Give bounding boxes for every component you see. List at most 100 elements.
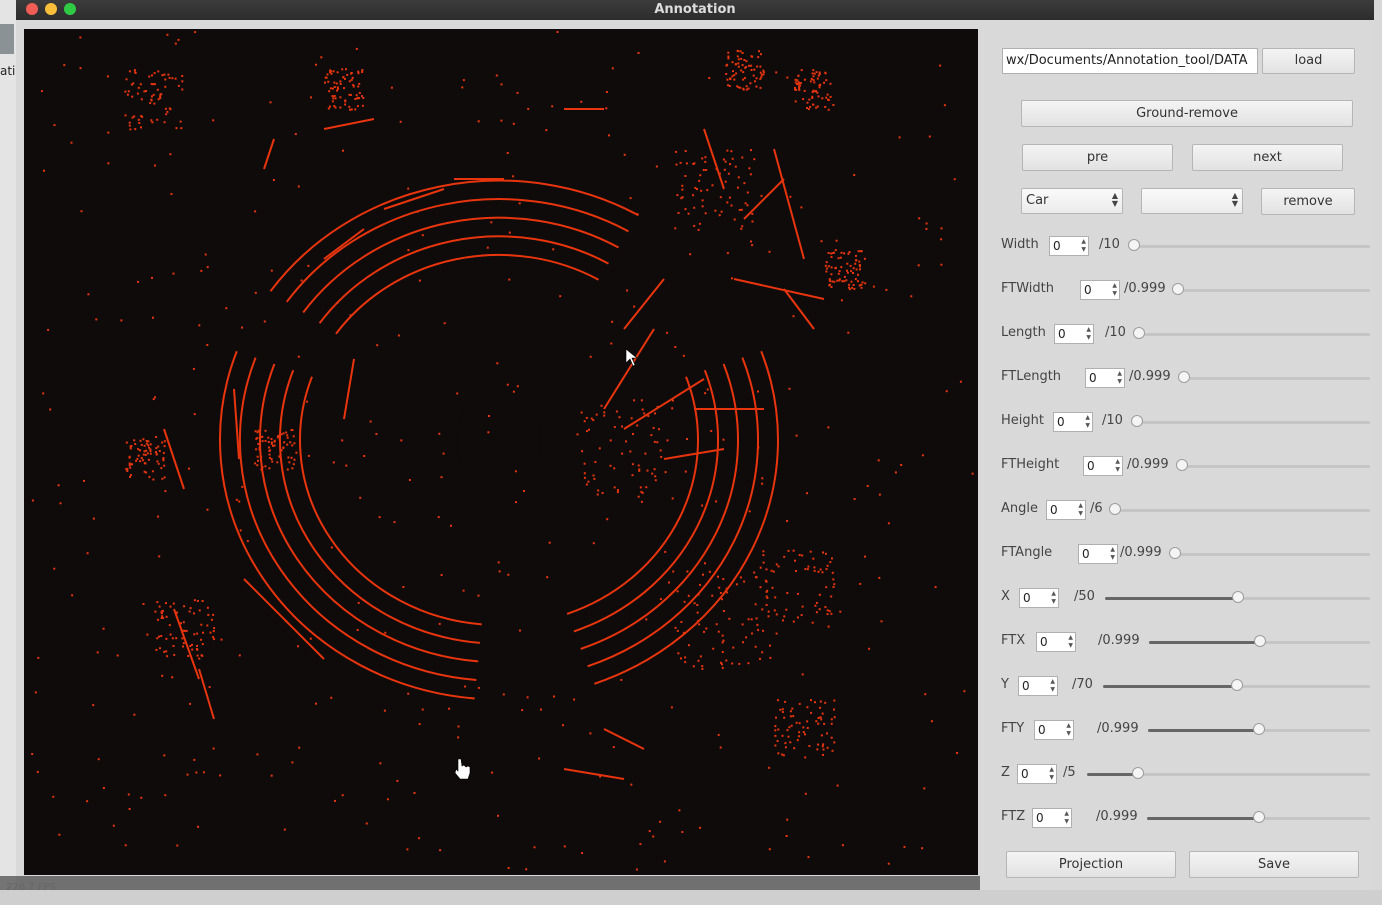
ground-remove-button[interactable]: Ground-remove — [1021, 100, 1353, 127]
param-row-y: Y 0 ▲ ▼ /70 — [1001, 674, 1371, 698]
lidar-ring — [259, 363, 479, 663]
class-select[interactable]: Car ▲ ▼ — [1021, 188, 1123, 214]
spin-arrows-icon[interactable]: ▲ ▼ — [1115, 458, 1120, 474]
save-button[interactable]: Save — [1189, 851, 1359, 878]
param-slider[interactable] — [1133, 327, 1370, 339]
ego-vehicle-shadow — [457, 380, 541, 500]
param-row-length: Length 0 ▲ ▼ /10 — [1001, 322, 1371, 346]
param-slider[interactable] — [1169, 547, 1370, 559]
window-title: Annotation — [654, 2, 736, 17]
param-value: 0 — [1040, 635, 1048, 649]
param-label: X — [1001, 589, 1010, 604]
annotation-window: Annotation wx/Documents/Annotation_tool/… — [16, 0, 1374, 890]
spin-arrows-icon[interactable]: ▲ ▼ — [1086, 326, 1091, 342]
slider-handle[interactable] — [1133, 327, 1145, 339]
param-slider[interactable] — [1178, 371, 1370, 383]
param-row-width: Width 0 ▲ ▼ /10 — [1001, 234, 1371, 258]
spin-arrows-icon[interactable]: ▲ ▼ — [1110, 546, 1115, 562]
param-slider[interactable] — [1103, 679, 1370, 691]
slider-handle[interactable] — [1109, 503, 1121, 515]
slider-fill — [1148, 729, 1259, 732]
param-spinbox[interactable]: 0 ▲ ▼ — [1049, 236, 1089, 256]
param-spinbox[interactable]: 0 ▲ ▼ — [1083, 456, 1123, 476]
slider-fill — [1087, 773, 1138, 776]
param-spinbox[interactable]: 0 ▲ ▼ — [1053, 412, 1093, 432]
param-spinbox[interactable]: 0 ▲ ▼ — [1032, 808, 1072, 828]
slider-handle[interactable] — [1128, 239, 1140, 251]
secondary-select[interactable]: ▲ ▼ — [1141, 188, 1243, 214]
param-slider[interactable] — [1131, 415, 1370, 427]
param-label: Angle — [1001, 501, 1038, 516]
spin-arrows-icon[interactable]: ▲ ▼ — [1051, 590, 1056, 606]
param-spinbox[interactable]: 0 ▲ ▼ — [1019, 588, 1059, 608]
spin-arrows-icon[interactable]: ▲ ▼ — [1066, 722, 1071, 738]
param-label: FTY — [1001, 721, 1025, 736]
param-spinbox[interactable]: 0 ▲ ▼ — [1054, 324, 1094, 344]
slider-handle[interactable] — [1169, 547, 1181, 559]
param-max: /10 — [1099, 237, 1120, 252]
param-slider[interactable] — [1109, 503, 1370, 515]
pre-button[interactable]: pre — [1022, 144, 1173, 171]
slider-handle[interactable] — [1176, 459, 1188, 471]
class-select-value: Car — [1026, 193, 1049, 208]
spin-arrows-icon[interactable]: ▲ ▼ — [1085, 414, 1090, 430]
spin-arrows-icon[interactable]: ▲ ▼ — [1064, 810, 1069, 826]
param-spinbox[interactable]: 0 ▲ ▼ — [1018, 676, 1058, 696]
param-slider[interactable] — [1172, 283, 1370, 295]
slider-handle[interactable] — [1253, 635, 1266, 647]
param-spinbox[interactable]: 0 ▲ ▼ — [1078, 544, 1118, 564]
param-max: /70 — [1072, 677, 1093, 692]
spin-arrows-icon[interactable]: ▲ ▼ — [1081, 238, 1086, 254]
remove-button[interactable]: remove — [1261, 188, 1355, 215]
spin-arrows-icon[interactable]: ▲ ▼ — [1050, 678, 1055, 694]
lidar-ring — [594, 350, 779, 685]
point-cloud-render[interactable] — [24, 29, 978, 875]
param-label: FTX — [1001, 633, 1026, 648]
slider-handle[interactable] — [1178, 371, 1190, 383]
param-spinbox[interactable]: 0 ▲ ▼ — [1080, 280, 1120, 300]
spin-arrows-icon[interactable]: ▲ ▼ — [1068, 634, 1073, 650]
param-slider[interactable] — [1148, 723, 1370, 735]
spin-arrows-icon[interactable]: ▲ ▼ — [1049, 766, 1054, 782]
desktop-icon[interactable] — [0, 24, 14, 54]
param-label: Width — [1001, 237, 1039, 252]
param-spinbox[interactable]: 0 ▲ ▼ — [1034, 720, 1074, 740]
desktop-left-edge: ati — [0, 0, 16, 905]
param-slider[interactable] — [1128, 239, 1370, 251]
param-slider[interactable] — [1149, 635, 1370, 647]
param-row-ftwidth: FTWidth 0 ▲ ▼ /0.999 — [1001, 278, 1371, 302]
param-label: FTHeight — [1001, 457, 1060, 472]
slider-handle[interactable] — [1172, 283, 1184, 295]
param-slider[interactable] — [1105, 591, 1370, 603]
slider-handle[interactable] — [1253, 723, 1265, 735]
spin-arrows-icon[interactable]: ▲ ▼ — [1078, 502, 1083, 518]
param-slider[interactable] — [1176, 459, 1370, 471]
structure-line — [623, 378, 705, 430]
lidar-ring — [279, 369, 480, 644]
param-max: /0.999 — [1127, 457, 1169, 472]
param-max: /0.999 — [1129, 369, 1171, 384]
slider-handle[interactable] — [1131, 767, 1144, 779]
slider-handle[interactable] — [1230, 679, 1243, 691]
spin-arrows-icon[interactable]: ▲ ▼ — [1112, 282, 1117, 298]
param-spinbox[interactable]: 0 ▲ ▼ — [1046, 500, 1086, 520]
path-input[interactable]: wx/Documents/Annotation_tool/DATA — [1002, 48, 1258, 74]
slider-handle[interactable] — [1252, 811, 1265, 823]
load-button[interactable]: load — [1262, 48, 1355, 74]
next-button[interactable]: next — [1192, 144, 1343, 171]
param-slider[interactable] — [1087, 767, 1370, 779]
param-slider[interactable] — [1147, 811, 1370, 823]
param-spinbox[interactable]: 0 ▲ ▼ — [1036, 632, 1076, 652]
point-cloud-viewport[interactable] — [24, 29, 978, 875]
projection-button[interactable]: Projection — [1006, 851, 1176, 878]
slider-handle[interactable] — [1231, 591, 1244, 603]
param-spinbox[interactable]: 0 ▲ ▼ — [1017, 764, 1057, 784]
param-label: FTAngle — [1001, 545, 1053, 560]
structure-line — [743, 178, 785, 220]
spin-arrows-icon[interactable]: ▲ ▼ — [1117, 370, 1122, 386]
param-max: /6 — [1090, 501, 1103, 516]
slider-handle[interactable] — [1131, 415, 1143, 427]
title-bar[interactable]: Annotation — [16, 0, 1374, 20]
param-max: /0.999 — [1096, 809, 1138, 824]
param-spinbox[interactable]: 0 ▲ ▼ — [1085, 368, 1125, 388]
